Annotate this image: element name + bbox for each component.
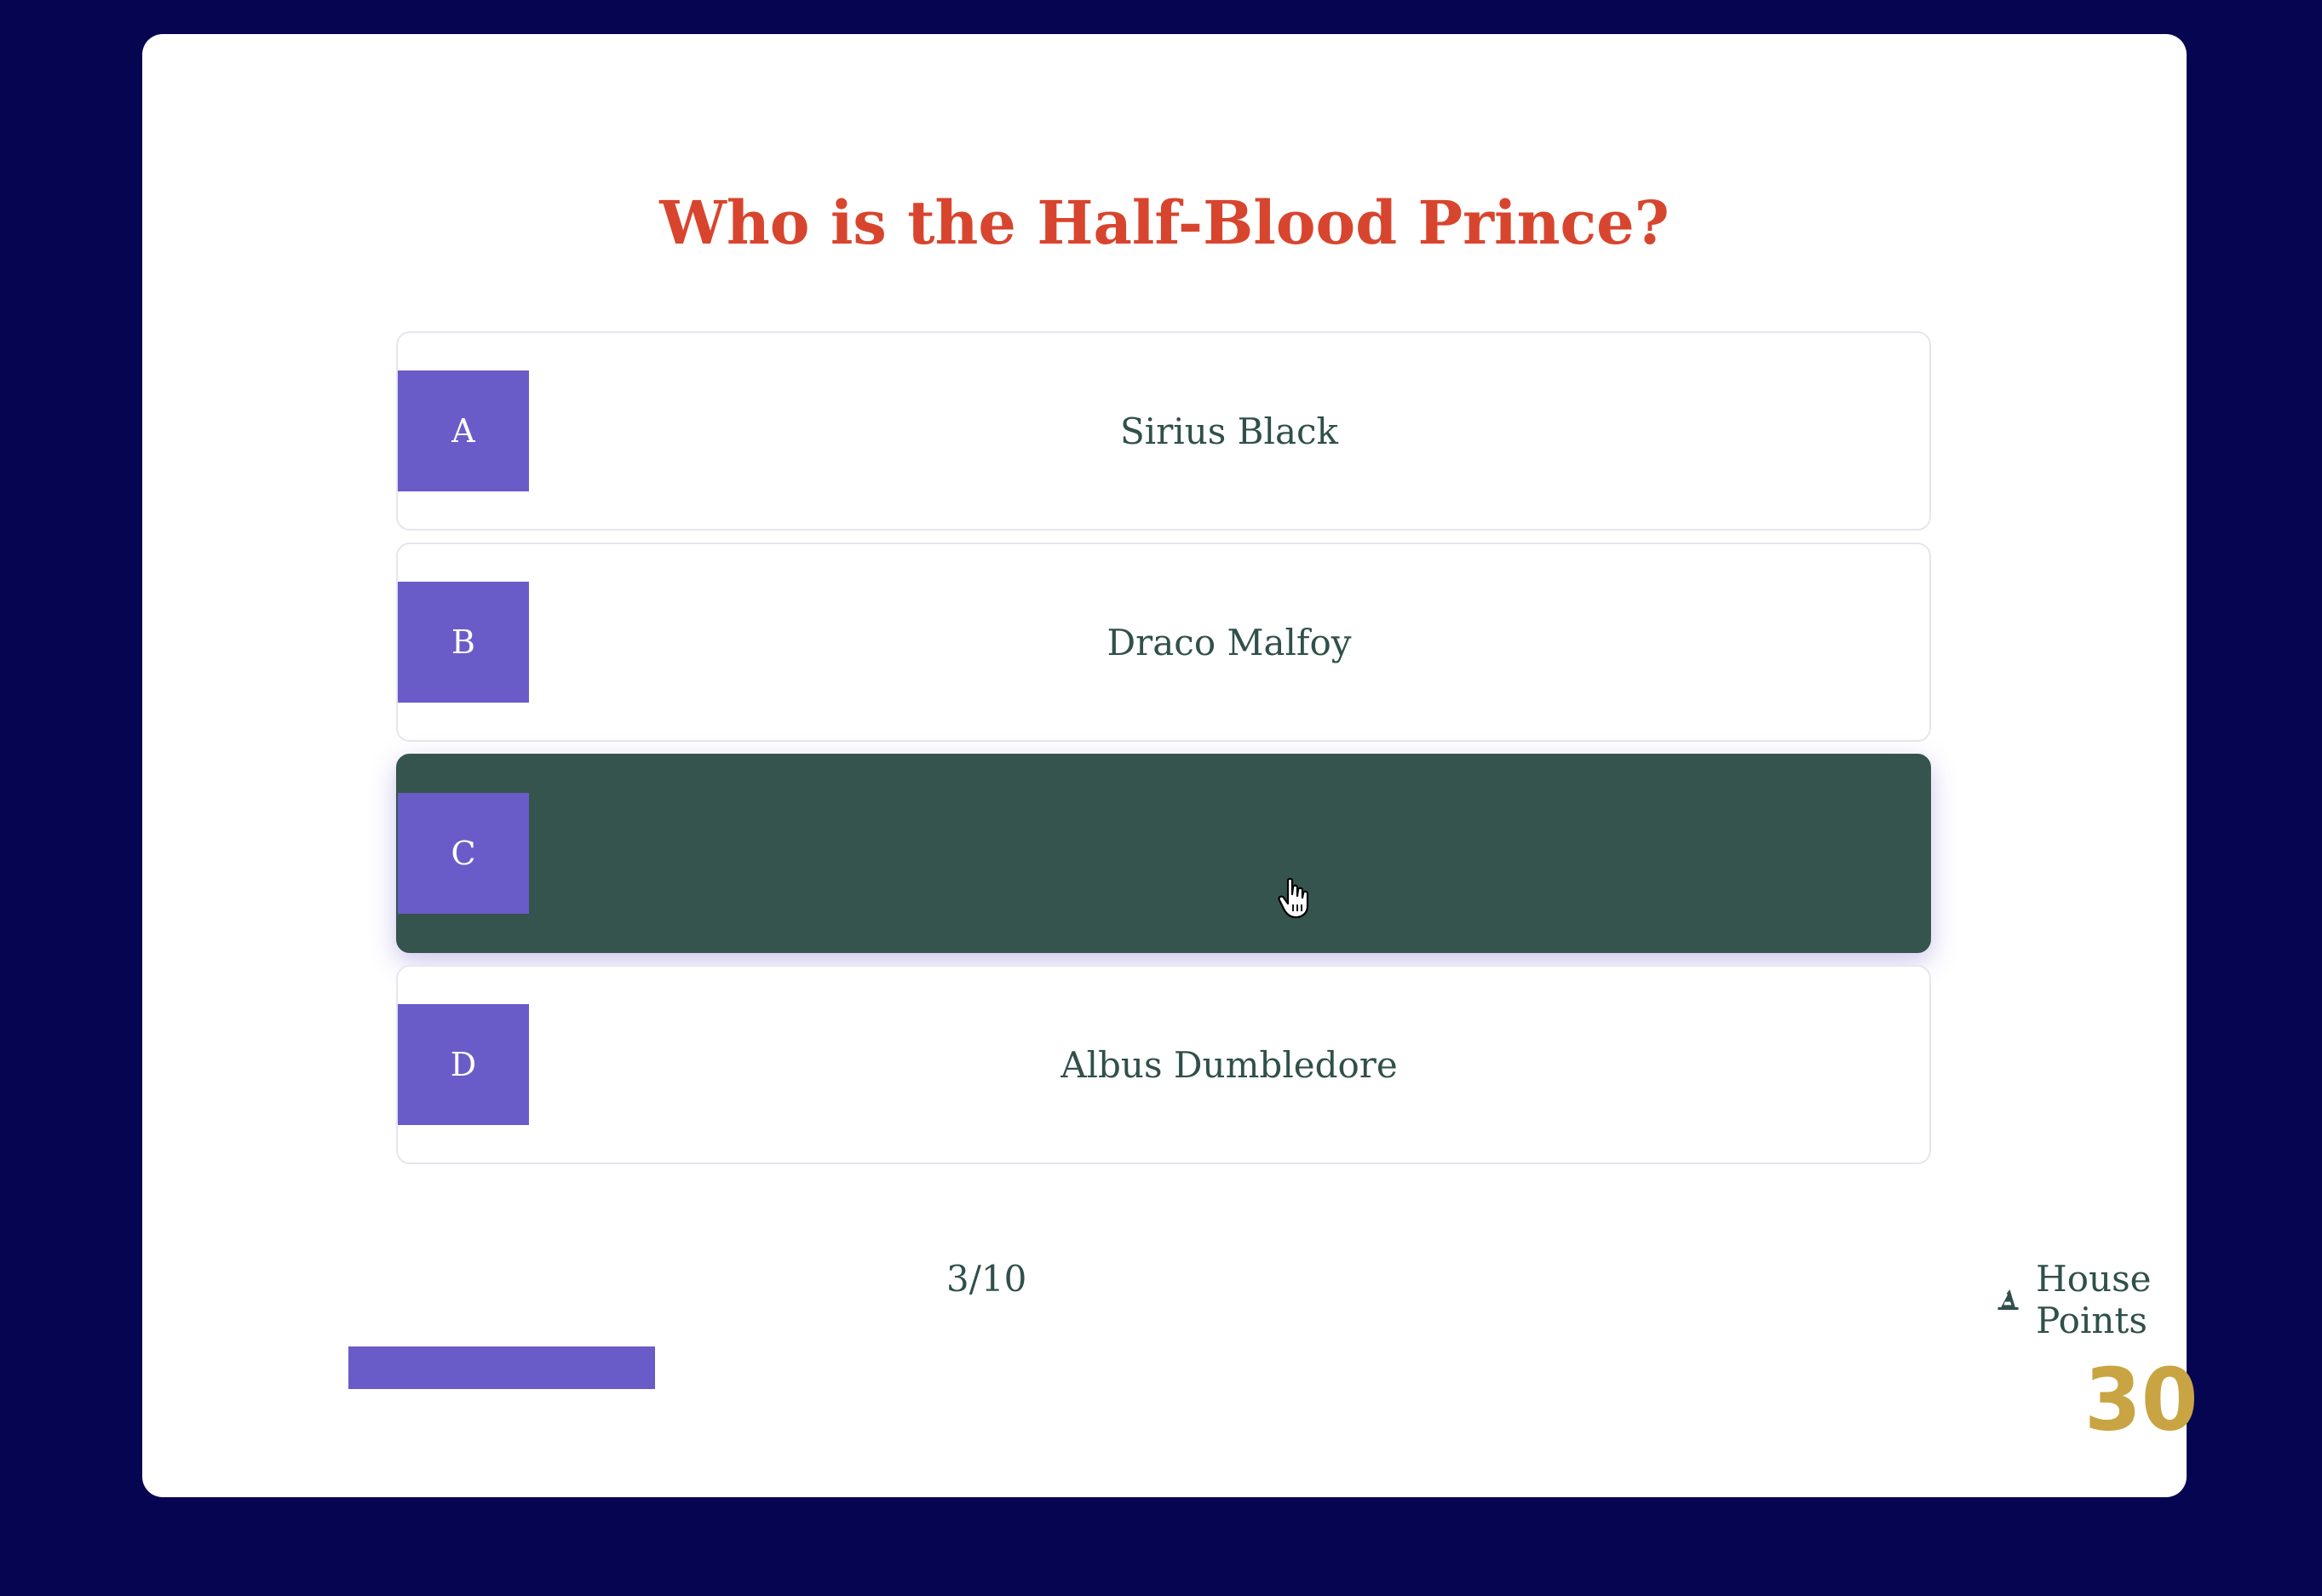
house-points-text: House Points [2036, 1258, 2152, 1341]
option-letter: A [398, 370, 529, 491]
option-d-button[interactable]: D Albus Dumbledore [396, 965, 1931, 1164]
option-a-button[interactable]: A Sirius Black [396, 331, 1931, 531]
option-letter: C [398, 793, 529, 914]
option-text: Draco Malfoy [1106, 621, 1352, 663]
progress-bar [348, 1346, 1371, 1389]
house-points-label: House Points [1996, 1258, 2187, 1341]
option-b-button[interactable]: B Draco Malfoy [396, 543, 1931, 742]
option-c-button[interactable]: C [396, 754, 1931, 953]
pointer-hand-icon [1278, 877, 1309, 919]
question-title: Who is the Half-Blood Prince? [659, 187, 1670, 258]
house-points-score: 30 [2084, 1350, 2198, 1450]
question-counter: 3/10 [946, 1258, 1027, 1300]
quiz-card: Who is the Half-Blood Prince? A Sirius B… [142, 34, 2198, 1497]
answer-options: A Sirius Black B Draco Malfoy C D Albus … [396, 331, 1931, 1176]
option-letter: B [398, 582, 529, 703]
wizard-hat-icon [1997, 1289, 2019, 1311]
option-text: Sirius Black [1120, 410, 1338, 452]
option-text: Albus Dumbledore [1060, 1043, 1398, 1086]
option-letter: D [398, 1004, 529, 1125]
option-text [529, 755, 1929, 951]
progress-bar-fill [348, 1346, 655, 1389]
